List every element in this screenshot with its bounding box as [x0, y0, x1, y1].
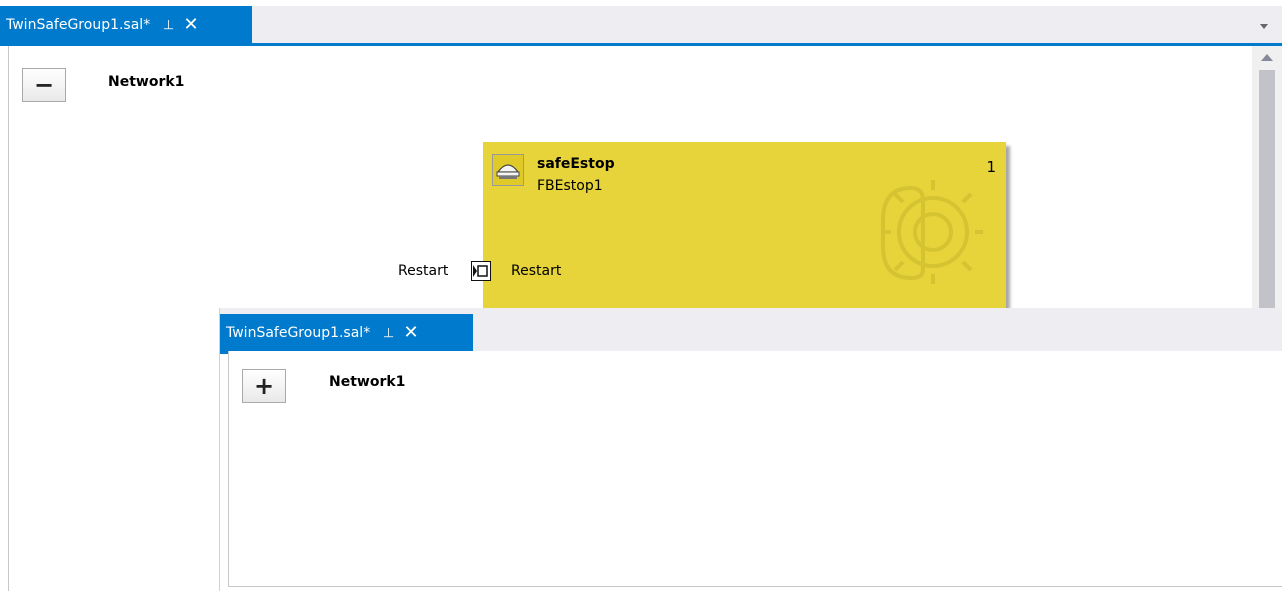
function-block-safeestop[interactable]: safeEstop FBEstop1 1: [483, 142, 1006, 322]
document-tab[interactable]: TwinSafeGroup1.sal* ⊣ ✕: [0, 6, 252, 43]
block-type-name: safeEstop: [537, 156, 615, 172]
close-icon[interactable]: ✕: [404, 323, 419, 342]
document-tabstrip: TwinSafeGroup1.sal* ⊣ ✕: [0, 6, 1282, 46]
restart-input-variable[interactable]: Restart: [398, 263, 448, 279]
editor-window-collapsed: TwinSafeGroup1.sal* ⊣ ✕ + Network1: [220, 308, 1282, 591]
collapse-network-button[interactable]: −: [22, 68, 66, 102]
restart-input-pin-label: Restart: [511, 263, 562, 279]
safety-gear-icon: [881, 180, 983, 284]
network-label: Network1: [108, 74, 185, 90]
tab-title: TwinSafeGroup1.sal*: [6, 16, 151, 33]
block-instance-name: FBEstop1: [537, 178, 603, 194]
pin-icon[interactable]: ⊣: [160, 19, 175, 30]
close-icon[interactable]: ✕: [184, 15, 199, 34]
document-tabstrip: TwinSafeGroup1.sal* ⊣ ✕: [220, 308, 1282, 354]
input-connector-icon[interactable]: [471, 261, 491, 281]
scroll-up-icon[interactable]: [1261, 54, 1273, 61]
network-editor-canvas[interactable]: + Network1: [228, 351, 1282, 587]
tab-dropdown-icon[interactable]: [1260, 24, 1268, 29]
pin-icon[interactable]: ⊣: [380, 327, 395, 338]
network-label: Network1: [329, 374, 406, 390]
tab-title: TwinSafeGroup1.sal*: [226, 324, 371, 341]
expand-network-button[interactable]: +: [242, 369, 286, 403]
execution-order-number: 1: [986, 158, 996, 176]
document-tab[interactable]: TwinSafeGroup1.sal* ⊣ ✕: [220, 314, 473, 351]
estop-button-icon: [492, 154, 524, 186]
